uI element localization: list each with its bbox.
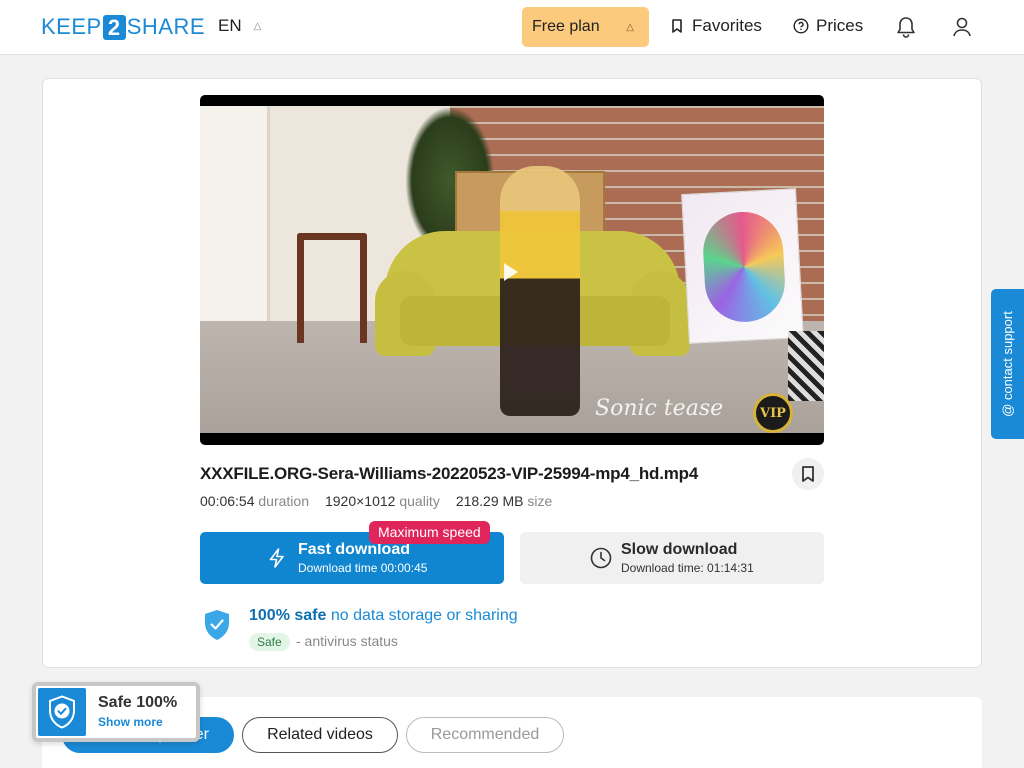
scene-side-table: [297, 233, 367, 343]
favorites-label: Favorites: [692, 16, 762, 35]
safety-headline-bold: 100% safe: [249, 607, 327, 624]
logo-text-right: SHARE: [126, 14, 205, 39]
bell-icon[interactable]: [895, 15, 917, 39]
safe-popup-icon-box: [38, 688, 86, 736]
shield-check-icon: [205, 610, 229, 640]
play-icon[interactable]: [504, 263, 518, 281]
vip-badge: VIP: [753, 393, 793, 433]
favorites-link[interactable]: Favorites: [669, 16, 762, 36]
max-speed-badge: Maximum speed: [369, 521, 490, 544]
video-player[interactable]: Sonic tease VIP: [200, 95, 824, 445]
language-selector[interactable]: EN △: [218, 16, 261, 36]
slow-download-title: Slow download: [621, 541, 738, 558]
bookmark-icon: [672, 19, 682, 33]
duration-label: duration: [258, 493, 309, 509]
prices-label: Prices: [816, 16, 864, 35]
video-frame: Sonic tease VIP: [200, 106, 824, 433]
scene-rug: [788, 331, 824, 401]
bookmark-icon: [802, 466, 814, 482]
user-icon[interactable]: [951, 15, 973, 39]
scene-painting: [681, 188, 804, 344]
duration-value: 00:06:54: [200, 493, 255, 509]
file-meta: 00:06:54 duration 1920×1012 quality 218.…: [200, 493, 552, 509]
size-label: size: [527, 493, 553, 509]
chevron-up-icon: △: [253, 20, 262, 32]
clock-icon: [590, 547, 612, 569]
safe-status-badge: Safe: [249, 633, 290, 651]
file-name: XXXFILE.ORG-Sera-Williams-20220523-VIP-2…: [200, 464, 699, 483]
contact-support-label: @ contact support: [1000, 311, 1015, 417]
size-info: 218.29 MB size: [456, 493, 553, 509]
chevron-up-icon: △: [626, 21, 634, 33]
tab-recommended[interactable]: Recommended: [406, 717, 564, 753]
lightning-icon: [269, 548, 284, 568]
shield-check-icon: [49, 695, 75, 729]
safe-popup-show-more-link[interactable]: Show more: [98, 715, 163, 729]
safety-headline-rest: no data storage or sharing: [330, 607, 518, 624]
duration-info: 00:06:54 duration: [200, 493, 309, 509]
add-favorite-button[interactable]: [792, 458, 824, 490]
quality-value: 1920×1012: [324, 493, 396, 509]
size-value: 218.29 MB: [455, 493, 524, 509]
scene-door: [200, 106, 270, 331]
contact-support-button[interactable]: @ contact support: [991, 289, 1024, 439]
safe-popup[interactable]: Safe 100% Show more: [32, 682, 200, 742]
slow-download-button[interactable]: Slow download Download time: 01:14:31: [520, 532, 824, 584]
tab-related-videos[interactable]: Related videos: [242, 717, 398, 753]
logo[interactable]: KEEP 2 SHARE: [41, 14, 205, 40]
plan-label: Free plan: [532, 18, 600, 35]
slow-download-time: Download time: 01:14:31: [621, 561, 754, 575]
logo-two: 2: [102, 14, 126, 40]
safety-headline: 100% safe no data storage or sharing: [249, 607, 518, 625]
plan-dropdown[interactable]: Free plan △: [522, 7, 649, 47]
logo-text-left: KEEP: [41, 14, 102, 39]
safe-popup-title: Safe 100%: [98, 694, 178, 711]
prices-link[interactable]: Prices: [793, 16, 863, 36]
antivirus-status-label: - antivirus status: [296, 633, 398, 649]
fast-download-time: Download time 00:00:45: [298, 561, 428, 575]
quality-info: 1920×1012 quality: [325, 493, 440, 509]
language-label: EN: [218, 16, 242, 35]
quality-label: quality: [399, 493, 440, 509]
video-watermark: Sonic tease: [595, 396, 724, 421]
scene-person: [500, 166, 580, 416]
header: KEEP 2 SHARE EN △ Free plan △ Favorites …: [0, 0, 1024, 55]
question-circle-icon: [793, 18, 809, 34]
